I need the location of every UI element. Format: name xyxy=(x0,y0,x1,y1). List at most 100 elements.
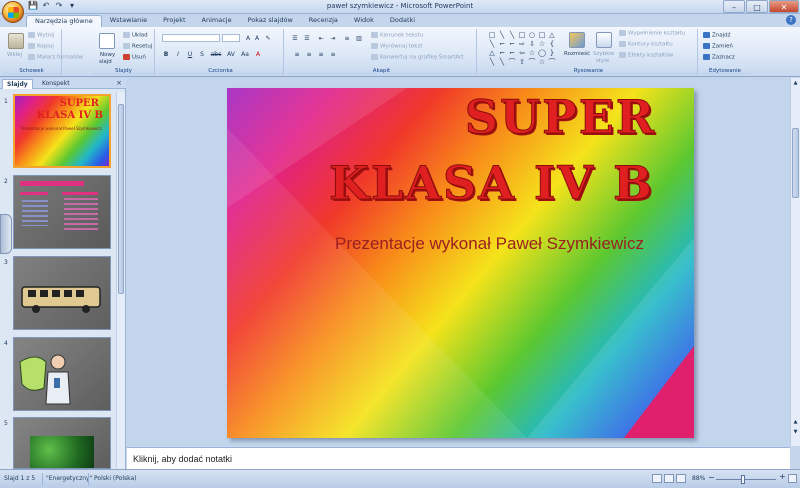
shape-item[interactable]: { xyxy=(547,40,557,49)
char-spacing-button[interactable]: AV xyxy=(226,51,236,58)
close-button[interactable]: ✕ xyxy=(769,0,799,13)
align-center-icon[interactable]: ≡ xyxy=(305,51,313,58)
font-family-combo[interactable] xyxy=(162,34,220,42)
editor-scroll-thumb[interactable] xyxy=(792,128,799,198)
shape-item[interactable]: □ xyxy=(517,31,527,40)
tab-animations[interactable]: Animacje xyxy=(194,15,240,27)
zoom-level[interactable]: 88% xyxy=(692,475,705,482)
office-button[interactable] xyxy=(2,1,24,23)
zoom-slider-handle[interactable] xyxy=(741,475,745,484)
scroll-up-icon[interactable]: ▲ xyxy=(792,79,799,87)
align-right-icon[interactable]: ≡ xyxy=(317,51,325,58)
format-painter-button[interactable]: Malarz formatów xyxy=(28,54,83,61)
shape-item[interactable]: ○ xyxy=(527,31,537,40)
line-spacing-icon[interactable]: ≡ xyxy=(343,35,351,42)
normal-view-icon[interactable] xyxy=(652,474,662,483)
shape-item[interactable]: ╲ xyxy=(497,31,507,40)
shape-item[interactable]: ⌒ xyxy=(547,58,557,67)
tab-insert[interactable]: Wstawianie xyxy=(102,15,155,27)
shape-item[interactable]: ⇦ xyxy=(517,49,527,58)
align-left-icon[interactable]: ≡ xyxy=(293,51,301,58)
prev-slide-icon[interactable]: ▲ xyxy=(792,418,799,426)
shape-item[interactable]: ⇨ xyxy=(517,40,527,49)
zoom-out-icon[interactable]: − xyxy=(708,473,715,482)
pane-tab-outline[interactable]: Konspekt xyxy=(38,79,74,89)
replace-button[interactable]: Zamień xyxy=(703,43,733,50)
shape-item[interactable]: △ xyxy=(487,49,497,58)
shape-effects-button[interactable]: Efekty kształtów xyxy=(619,52,673,59)
pane-scrollbar[interactable] xyxy=(116,92,125,468)
zoom-slider-track[interactable] xyxy=(716,479,776,480)
slideshow-view-icon[interactable] xyxy=(676,474,686,483)
shape-item[interactable]: ◯ xyxy=(537,49,547,58)
justify-icon[interactable]: ≡ xyxy=(329,51,337,58)
reset-button[interactable]: Resetuj xyxy=(123,43,152,50)
font-size-combo[interactable] xyxy=(222,34,240,42)
slide-thumbnail-2[interactable] xyxy=(13,175,111,249)
shape-item[interactable]: ⌐ xyxy=(497,49,507,58)
shape-item[interactable]: ╲ xyxy=(487,40,497,49)
zoom-in-icon[interactable]: + xyxy=(779,472,786,481)
shape-item[interactable]: ⌐ xyxy=(497,40,507,49)
change-case-button[interactable]: Aa xyxy=(240,51,250,58)
shapes-gallery[interactable]: □ ╲ ╲ □ ○ □ △ ╲ ⌐ ⌐ ⇨ ⇩ ☆ { △ ⌐ ⌐ ⇦ ☆ ◯ … xyxy=(487,31,559,67)
shape-item[interactable]: } xyxy=(547,49,557,58)
tab-view[interactable]: Widok xyxy=(346,15,382,27)
increase-indent-icon[interactable]: ⇥ xyxy=(329,35,337,42)
tab-slideshow[interactable]: Pokaz slajdów xyxy=(240,15,301,27)
shape-item[interactable]: ⇧ xyxy=(517,58,527,67)
arrange-button[interactable]: Rozmieść xyxy=(564,51,590,57)
find-button[interactable]: Znajdź xyxy=(703,32,731,39)
shape-item[interactable]: □ xyxy=(487,31,497,40)
align-text-button[interactable]: Wyrównaj tekst xyxy=(371,43,422,50)
clear-format-icon[interactable]: ✎ xyxy=(264,35,272,42)
tab-design[interactable]: Projekt xyxy=(155,15,193,27)
next-slide-icon[interactable]: ▼ xyxy=(792,428,799,436)
editor-scrollbar[interactable]: ▲ ▲ ▼ xyxy=(790,78,800,446)
shape-item[interactable]: ⇩ xyxy=(527,40,537,49)
bullets-icon[interactable]: ☰ xyxy=(291,35,299,42)
minimize-button[interactable]: – xyxy=(723,0,745,13)
decrease-indent-icon[interactable]: ⇤ xyxy=(317,35,325,42)
shape-outline-button[interactable]: Kontury kształtu xyxy=(619,41,673,48)
shape-item[interactable]: □ xyxy=(537,31,547,40)
shape-item[interactable]: ╲ xyxy=(507,31,517,40)
pane-tab-slides[interactable]: Slajdy xyxy=(2,79,33,89)
columns-icon[interactable]: ▥ xyxy=(355,35,363,42)
slide-title-line-1[interactable]: SUPER xyxy=(227,90,694,145)
shrink-font-icon[interactable]: A xyxy=(253,35,261,42)
maximize-button[interactable]: □ xyxy=(746,0,768,13)
cut-button[interactable]: Wytnij xyxy=(28,32,54,39)
select-button[interactable]: Zaznacz xyxy=(703,54,735,61)
tab-home[interactable]: Narzędzia główne xyxy=(26,15,102,27)
slide-subtitle[interactable]: Prezentacje wykonał Paweł Szymkiewicz xyxy=(227,234,694,254)
shape-item[interactable]: ⌐ xyxy=(507,49,517,58)
current-slide[interactable]: SUPER KLASA IV B Prezentacje wykonał Paw… xyxy=(227,88,694,438)
delete-slide-button[interactable]: Usuń xyxy=(123,54,146,61)
shape-item[interactable]: ⌒ xyxy=(527,58,537,67)
slide-thumbnail-1[interactable]: SUPER KLASA IV B Prezentacje wykonał Paw… xyxy=(13,94,111,168)
shape-item[interactable]: △ xyxy=(547,31,557,40)
copy-button[interactable]: Kopiuj xyxy=(28,43,54,50)
strikethrough-button[interactable]: abc xyxy=(210,51,222,58)
bold-button[interactable]: B xyxy=(162,51,170,58)
new-slide-button[interactable]: Nowy xyxy=(100,52,115,58)
slide-thumbnail-5[interactable] xyxy=(13,417,111,469)
shape-item[interactable]: ╲ xyxy=(497,58,507,67)
paste-button[interactable]: Wklej xyxy=(7,52,22,58)
font-color-button[interactable]: A xyxy=(254,51,262,58)
layout-button[interactable]: Układ xyxy=(123,32,148,39)
quick-styles-button[interactable]: Szybkie xyxy=(593,51,614,57)
shape-item[interactable]: ╲ xyxy=(487,58,497,67)
shape-item[interactable]: ⌒ xyxy=(507,58,517,67)
shape-item[interactable]: ⌐ xyxy=(507,40,517,49)
pane-resize-grip[interactable] xyxy=(0,214,12,254)
tab-addins[interactable]: Dodatki xyxy=(382,15,423,27)
smartart-button[interactable]: Konwertuj na grafikę SmartArt xyxy=(371,54,464,61)
help-icon[interactable]: ? xyxy=(786,15,796,25)
grow-font-icon[interactable]: A xyxy=(244,35,252,42)
slide-thumbnail-4[interactable] xyxy=(13,337,111,411)
italic-button[interactable]: I xyxy=(174,51,182,58)
text-direction-button[interactable]: Kierunek tekstu xyxy=(371,32,423,39)
tab-review[interactable]: Recenzja xyxy=(301,15,346,27)
